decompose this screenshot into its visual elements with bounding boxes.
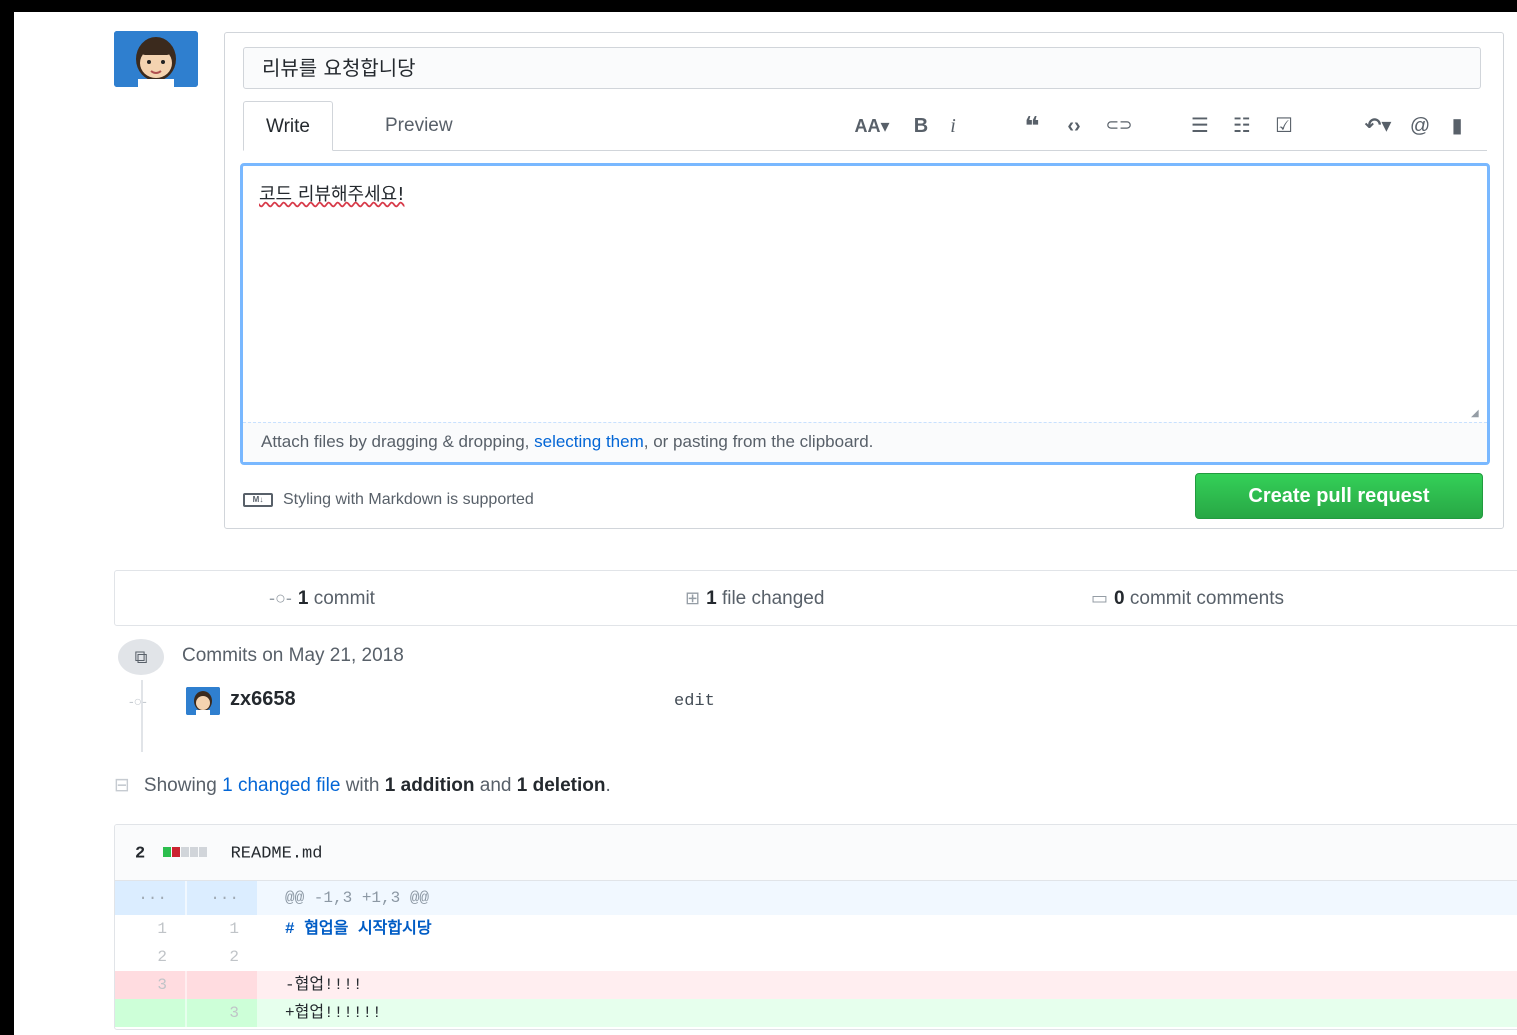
pr-body-textarea[interactable]: 코드 리뷰해주세요! ◢ Attach files by dragging & … xyxy=(240,163,1490,465)
avatar-small-illustration-icon xyxy=(186,687,220,715)
page-frame: 리뷰를 요청합니당 Write Preview AA▾ B i ❝ ‹› ⊂⊃ … xyxy=(14,12,1517,1035)
heading-icon[interactable]: AA▾ xyxy=(845,111,899,141)
added-row: 3 +협업!!!!!! xyxy=(115,999,1517,1027)
avatar-illustration-icon xyxy=(114,31,198,87)
resize-handle-icon[interactable]: ◢ xyxy=(1471,408,1483,419)
commit-icon: -○- xyxy=(269,588,292,608)
file-diff-icon: ⊞ xyxy=(685,588,701,608)
expand-hunk-icon[interactable]: ··· xyxy=(187,881,257,915)
line-number-right[interactable]: 1 xyxy=(187,915,257,943)
user-avatar[interactable] xyxy=(114,31,198,87)
markdown-icon: M↓ xyxy=(243,492,273,507)
markdown-toolbar: AA▾ B i ❝ ‹› ⊂⊃ ☰ ☷ ☑ ↶▾ @ ▮ xyxy=(845,111,1485,141)
commits-stat[interactable]: -○- 1 commit xyxy=(269,571,375,625)
link-icon[interactable]: ⊂⊃ xyxy=(1099,111,1139,141)
code-icon[interactable]: ‹› xyxy=(1057,111,1091,141)
diff-code-line xyxy=(275,943,1517,971)
numbered-list-icon[interactable]: ☷ xyxy=(1225,111,1259,141)
table-row: 2 2 xyxy=(115,943,1517,971)
diff-filename[interactable]: README.md xyxy=(231,844,323,863)
select-files-link[interactable]: selecting them xyxy=(534,432,644,451)
pr-title-input[interactable]: 리뷰를 요청합니당 xyxy=(243,47,1481,89)
line-number-left[interactable]: 3 xyxy=(115,971,185,999)
markdown-note: M↓ Styling with Markdown is supported xyxy=(243,488,534,512)
changed-files-link[interactable]: 1 changed file xyxy=(222,775,340,796)
markdown-note-text[interactable]: Styling with Markdown is supported xyxy=(283,491,534,508)
diff-code-line: +협업!!!!!! xyxy=(285,1004,382,1022)
create-pull-request-button[interactable]: Create pull request xyxy=(1195,473,1483,519)
pr-body-text: 코드 리뷰해주세요! xyxy=(259,184,405,205)
tab-write[interactable]: Write xyxy=(243,101,333,151)
italic-icon[interactable]: i xyxy=(941,111,965,141)
pr-stats-bar: -○- 1 commit ⊞ 1 file changed ▭ 0 commit co… xyxy=(114,570,1517,626)
timeline-line xyxy=(141,680,143,752)
commit-author-avatar[interactable] xyxy=(186,687,220,715)
attach-text-before: Attach files by dragging & dropping, xyxy=(261,432,535,451)
bold-icon[interactable]: B xyxy=(909,111,933,141)
diff-changes-count: 2 xyxy=(135,844,146,864)
commit-comments-stat[interactable]: ▭ 0 commit comments xyxy=(1091,571,1284,625)
tab-preview[interactable]: Preview xyxy=(363,101,475,151)
tab-divider xyxy=(243,150,1487,151)
table-row: 1 1 # 협업을 시작합시당 xyxy=(115,915,1517,943)
mention-icon[interactable]: @ xyxy=(1405,111,1435,141)
quote-icon[interactable]: ❝ xyxy=(1015,111,1049,141)
diff-hunk-row: ··· ··· @@ -1,3 +1,3 @@ xyxy=(115,881,1517,915)
line-number-left[interactable] xyxy=(115,999,185,1027)
bullet-list-icon[interactable]: ☰ xyxy=(1183,111,1217,141)
attach-files-bar[interactable]: Attach files by dragging & dropping, sel… xyxy=(243,422,1487,462)
line-number-left[interactable]: 1 xyxy=(115,915,185,943)
diff-code-line: -협업!!!! xyxy=(285,976,363,994)
line-number-right[interactable]: 3 xyxy=(187,999,257,1027)
diff-code-line: # 협업을 시작합시당 xyxy=(285,920,432,938)
git-commit-group-icon: ⧉ xyxy=(118,639,164,675)
attach-text-after: , or pasting from the clipboard. xyxy=(643,432,874,451)
commit-author-link[interactable]: zx6658 xyxy=(230,688,296,711)
commits-date-heading: Commits on May 21, 2018 xyxy=(182,645,404,666)
bookmark-icon[interactable]: ▮ xyxy=(1443,111,1471,141)
file-diff: 2 README.md ··· ··· @@ -1,3 +1,3 @@ 1 1 … xyxy=(114,824,1517,1030)
file-icon: ⊟ xyxy=(114,775,130,796)
files-changed-stat[interactable]: ⊞ 1 file changed xyxy=(685,571,824,625)
comment-icon: ▭ xyxy=(1091,588,1109,608)
reply-icon[interactable]: ↶▾ xyxy=(1355,111,1401,141)
commit-dot-icon: -○- xyxy=(129,693,147,709)
diffstat-bar xyxy=(163,825,208,881)
pull-request-form: 리뷰를 요청합니당 Write Preview AA▾ B i ❝ ‹› ⊂⊃ … xyxy=(224,32,1504,529)
task-list-icon[interactable]: ☑ xyxy=(1267,111,1301,141)
line-number-left[interactable]: 2 xyxy=(115,943,185,971)
hunk-header: @@ -1,3 +1,3 @@ xyxy=(285,889,430,907)
diff-summary: ⊟ Showing 1 changed file with 1 addition … xyxy=(114,775,611,796)
commit-message-link[interactable]: edit xyxy=(674,692,715,711)
diff-file-header: 2 README.md xyxy=(115,825,1517,881)
line-number-right[interactable] xyxy=(187,971,257,999)
deleted-row: 3 -협업!!!! xyxy=(115,971,1517,999)
line-number-right[interactable]: 2 xyxy=(187,943,257,971)
